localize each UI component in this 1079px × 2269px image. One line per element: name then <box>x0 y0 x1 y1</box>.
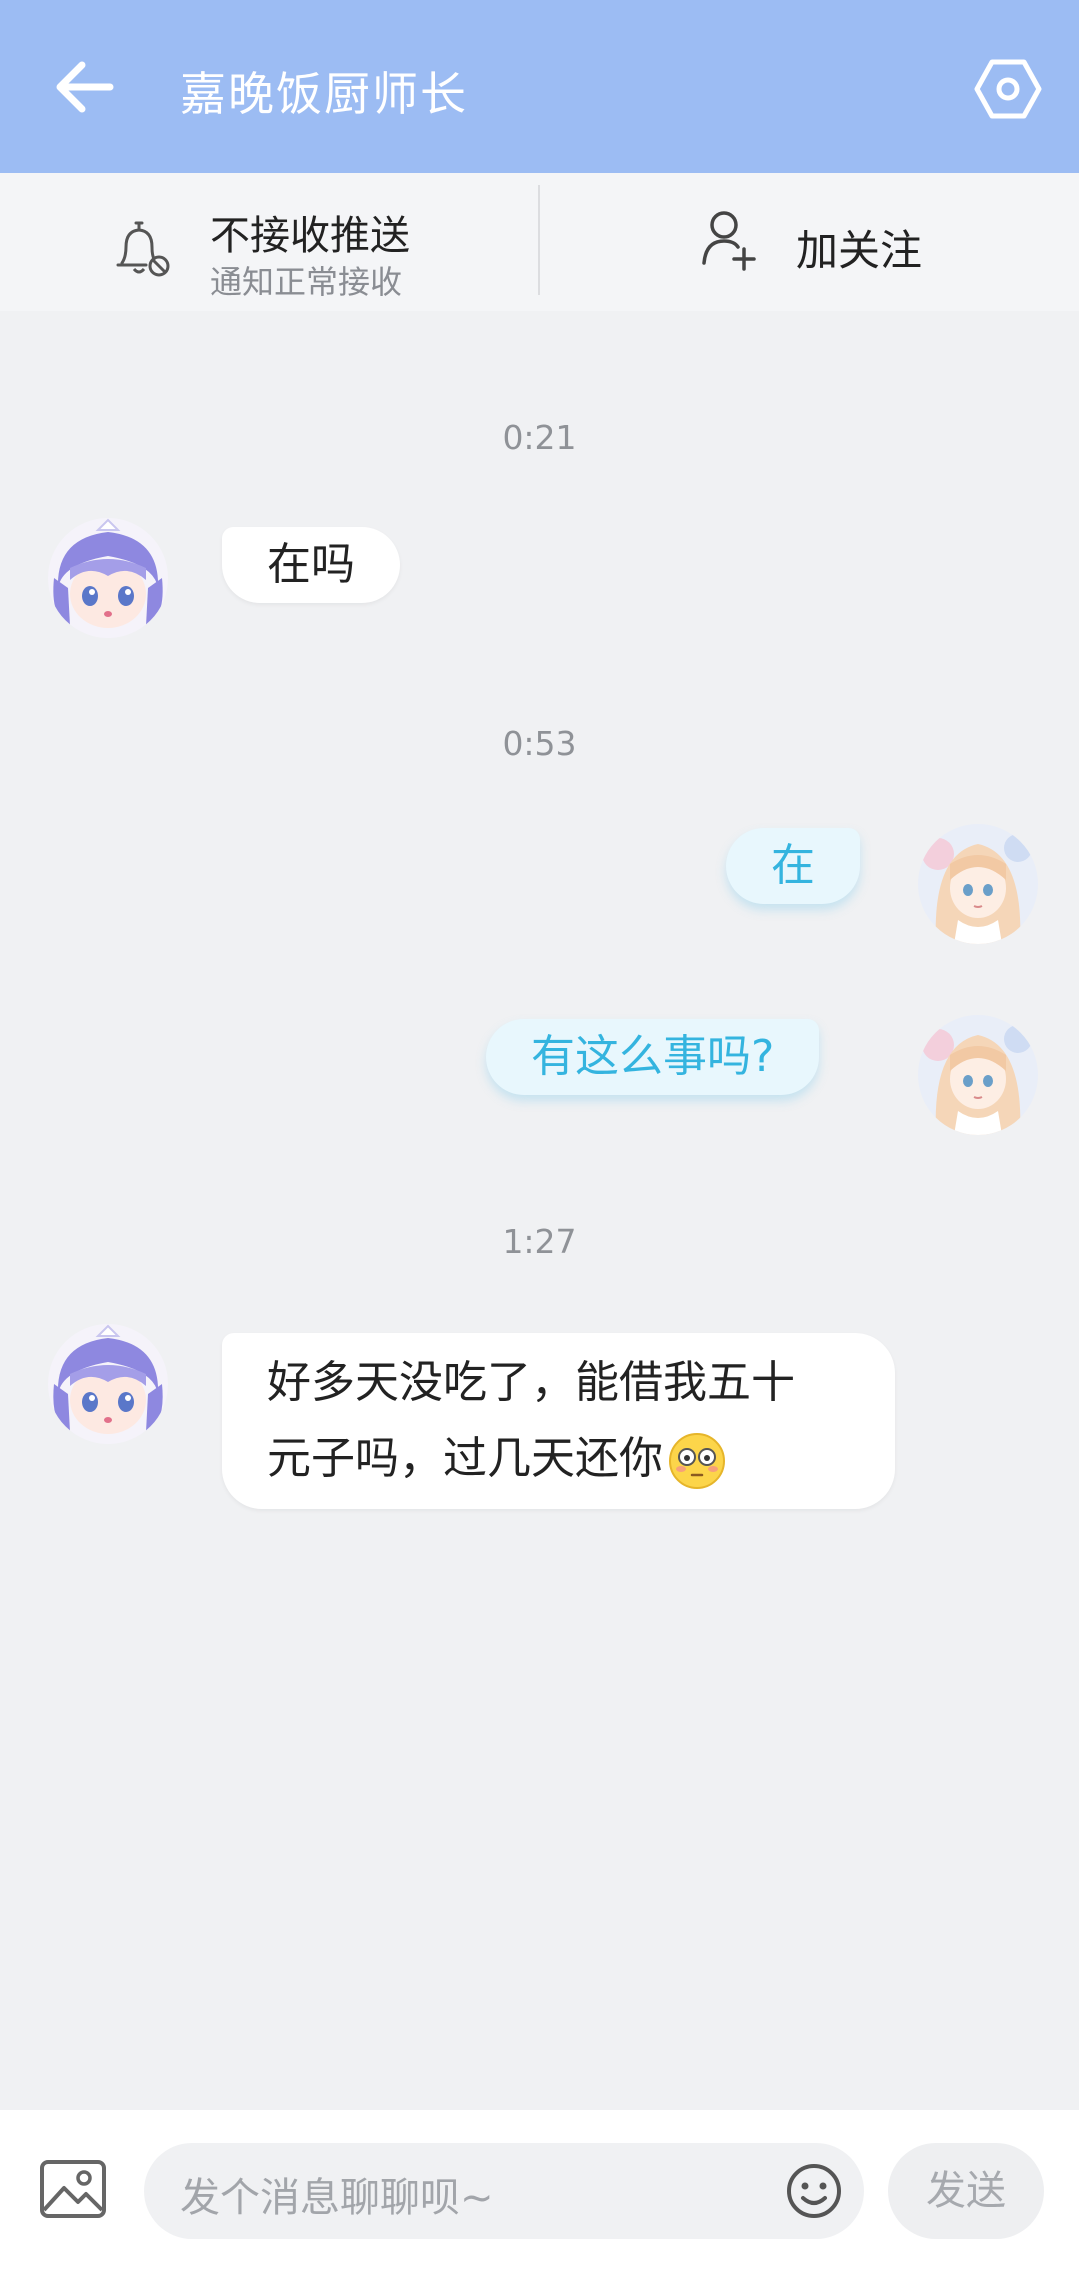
follow-button[interactable]: 加关注 <box>700 207 960 277</box>
smiley-icon <box>787 2164 841 2218</box>
follow-label: 加关注 <box>796 226 923 275</box>
mute-push-sublabel: 通知正常接收 <box>210 263 403 301</box>
message-bubble[interactable]: 有这么事吗? <box>486 1019 820 1095</box>
bell-muted-icon <box>116 221 170 277</box>
flushed-face-emoji <box>669 1433 725 1489</box>
message-input-placeholder: 发个消息聊聊呗~ <box>180 2175 494 2221</box>
avatar-image <box>48 518 168 638</box>
send-button[interactable]: 发送 <box>888 2143 1044 2239</box>
message-time: 1:27 <box>502 1222 577 1261</box>
chat-title: 嘉晚饭厨师长 <box>180 67 468 121</box>
settings-button[interactable] <box>973 56 1043 122</box>
arrow-left-icon <box>56 61 114 113</box>
message-bubble[interactable]: 在吗 <box>222 527 400 603</box>
image-icon <box>40 2160 106 2218</box>
top-bar: 嘉晚饭厨师长 <box>0 0 1079 173</box>
composer-bar: 发个消息聊聊呗~ 发送 <box>0 2110 1079 2269</box>
user-add-icon <box>702 211 756 271</box>
message-line: 好多天没吃了，能借我五十 <box>267 1357 795 1408</box>
notification-bar: 不接收推送 通知正常接收 加关注 <box>0 173 1079 311</box>
avatar-image <box>918 824 1038 944</box>
image-button[interactable] <box>38 2158 108 2220</box>
user-avatar[interactable] <box>918 1015 1038 1135</box>
message-bubble[interactable]: 在 <box>726 828 860 904</box>
message-input[interactable]: 发个消息聊聊呗~ <box>144 2143 864 2239</box>
avatar-image <box>48 1324 168 1444</box>
emoji-button[interactable] <box>784 2161 844 2221</box>
message-line-with-emoji: 元子吗，过几天还你 <box>267 1421 850 1497</box>
contact-avatar[interactable] <box>48 518 168 638</box>
message-bubble[interactable]: 好多天没吃了，能借我五十 元子吗，过几天还你 <box>222 1333 895 1509</box>
divider <box>538 185 540 295</box>
hexagon-settings-icon <box>974 59 1042 119</box>
mute-push-label: 不接收推送 <box>210 213 410 259</box>
message-time: 0:21 <box>502 418 577 457</box>
back-button[interactable] <box>50 56 120 118</box>
avatar-image <box>918 1015 1038 1135</box>
contact-avatar[interactable] <box>48 1324 168 1444</box>
mute-push-toggle[interactable]: 不接收推送 通知正常接收 <box>110 187 530 301</box>
message-line: 元子吗，过几天还你 <box>267 1433 663 1484</box>
message-time: 0:53 <box>502 724 577 763</box>
user-avatar[interactable] <box>918 824 1038 944</box>
